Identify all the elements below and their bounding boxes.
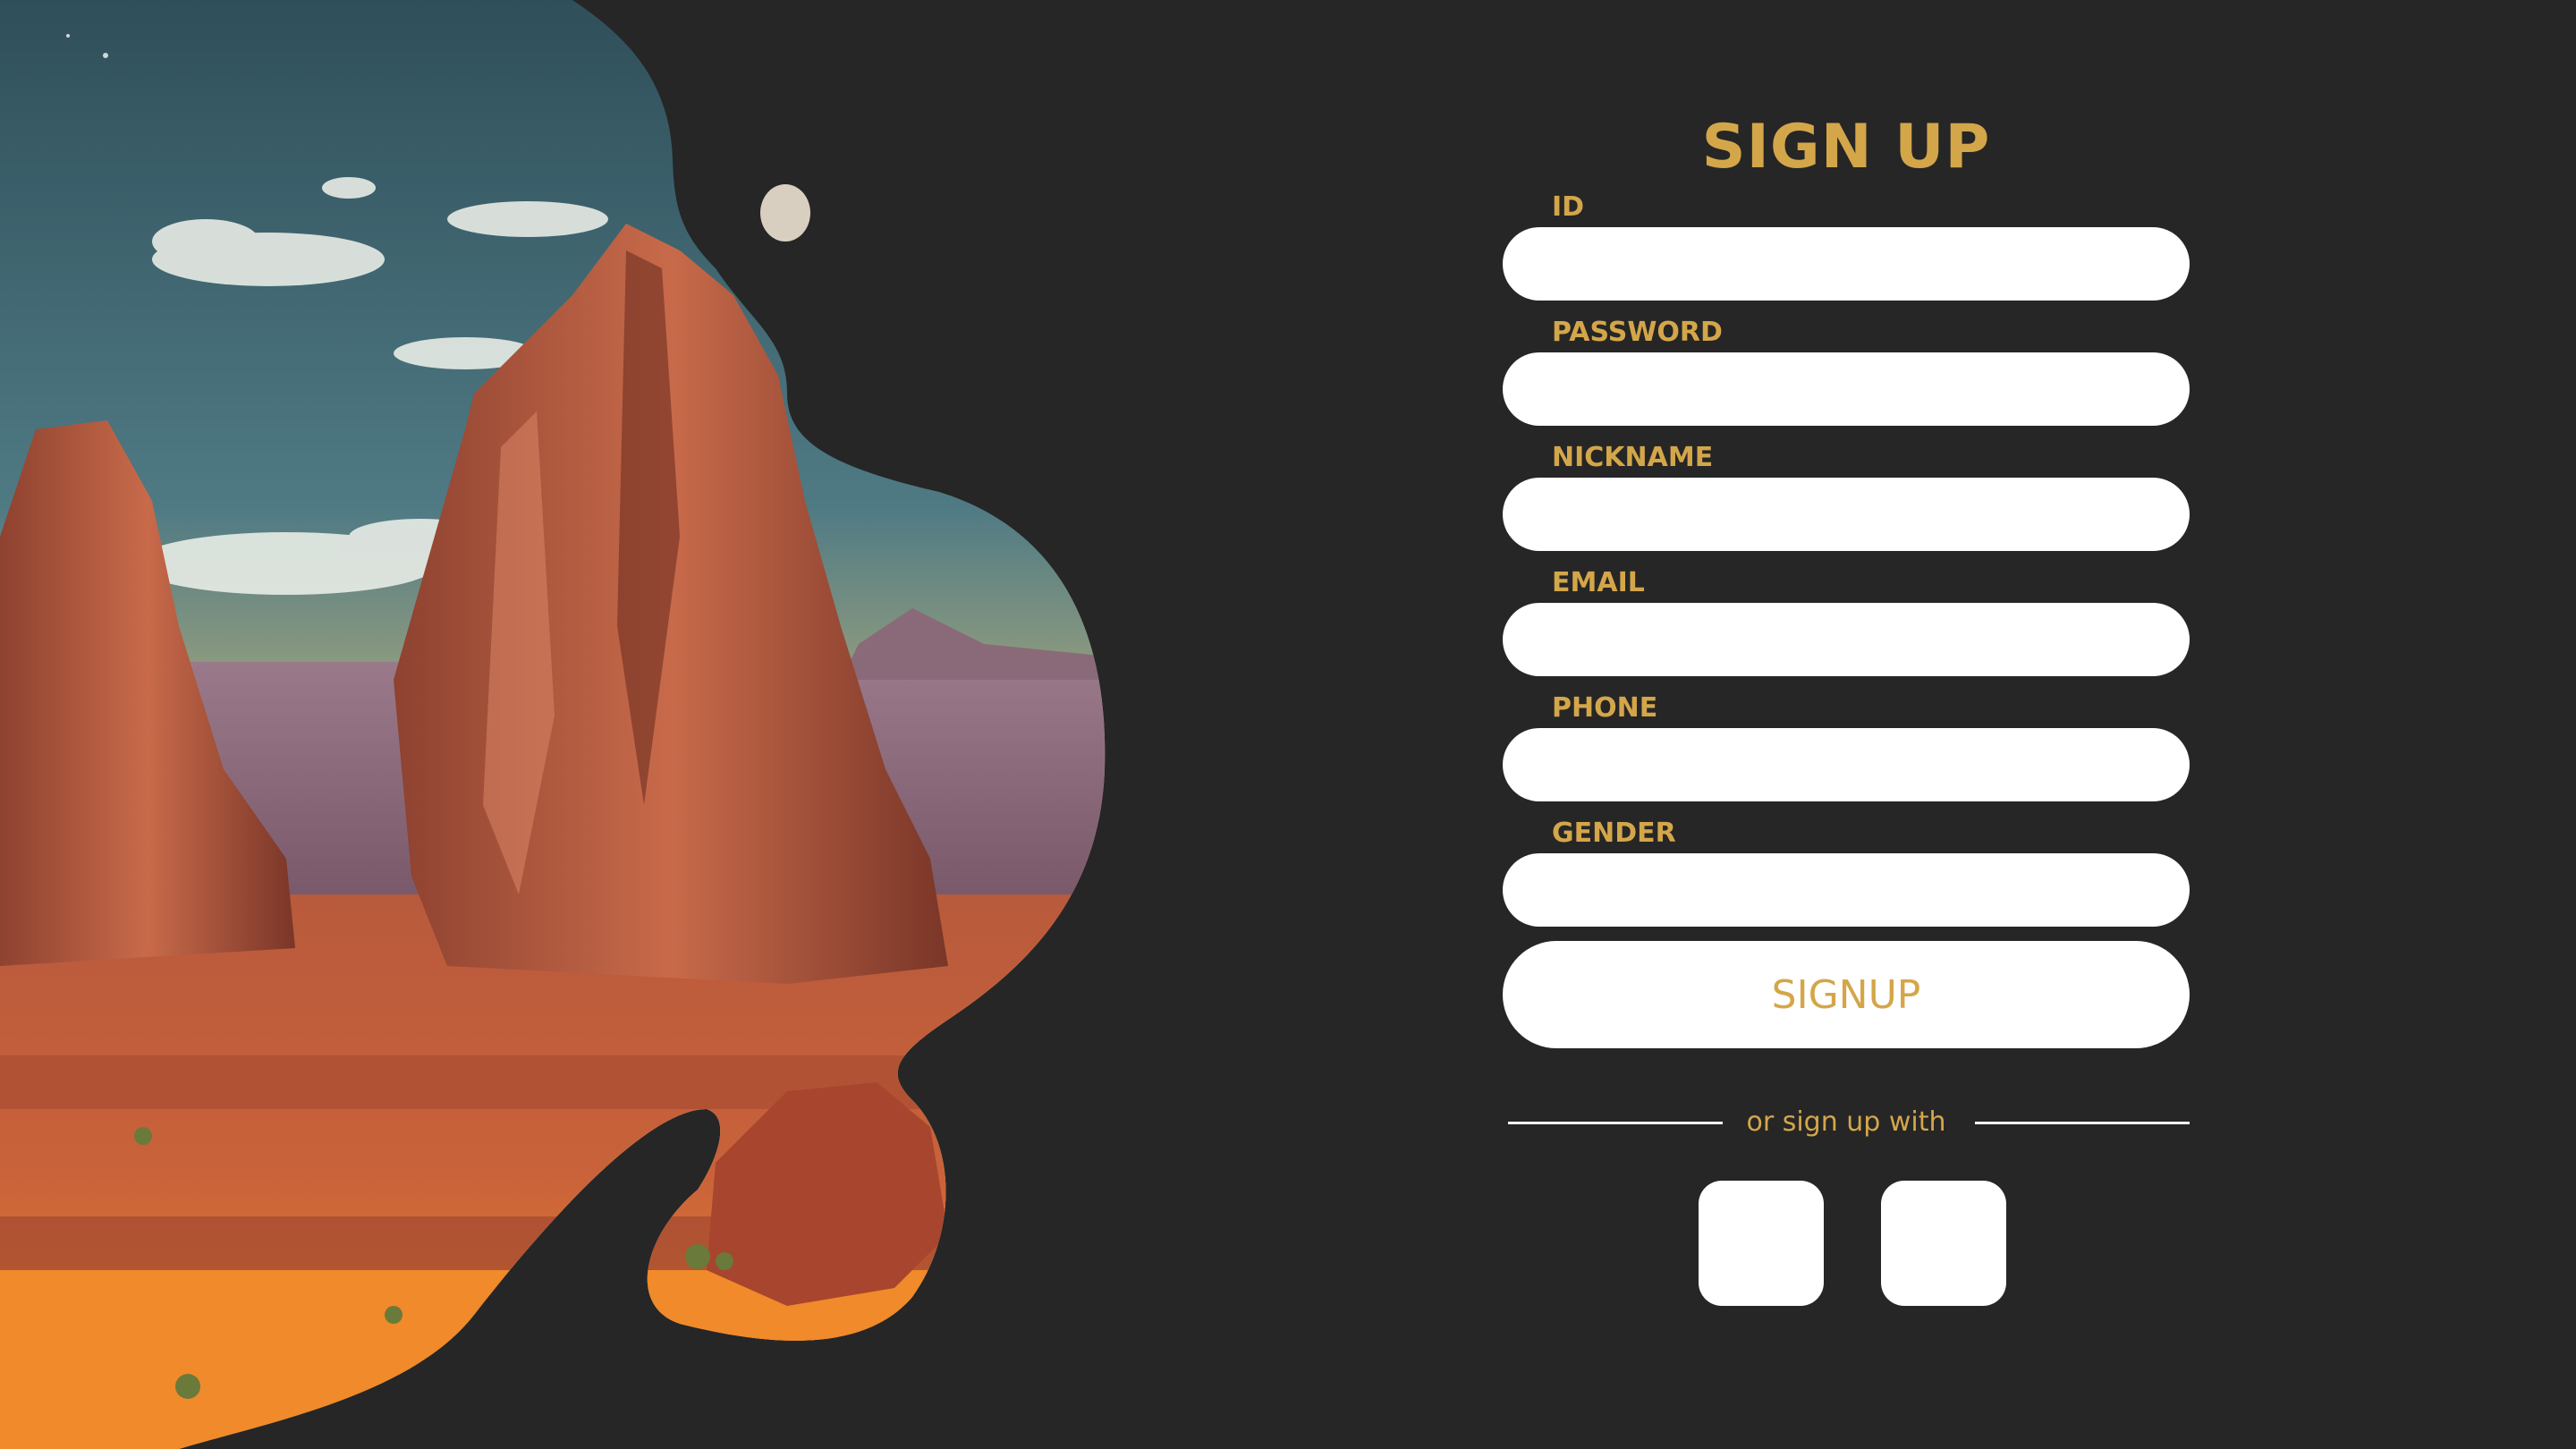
signup-button[interactable]: SIGNUP <box>1503 941 2190 1048</box>
phone-field: PHONE <box>1503 689 2190 801</box>
password-label: PASSWORD <box>1552 317 1723 348</box>
phone-input[interactable] <box>1503 728 2190 801</box>
id-field: ID <box>1503 188 2190 301</box>
social-divider: or sign up with <box>1503 1100 2190 1145</box>
signup-form: SIGN UP ID PASSWORD NICKNAME EMAIL PHONE… <box>1503 107 2190 1306</box>
email-field: EMAIL <box>1503 564 2190 676</box>
phone-label: PHONE <box>1552 692 1658 724</box>
page-title: SIGN UP <box>1701 112 1991 182</box>
id-input[interactable] <box>1503 227 2190 301</box>
id-label: ID <box>1552 191 1585 223</box>
nickname-label: NICKNAME <box>1552 442 1714 473</box>
divider-line-right <box>1975 1122 2190 1124</box>
nickname-input[interactable] <box>1503 478 2190 551</box>
password-input[interactable] <box>1503 352 2190 426</box>
nickname-field: NICKNAME <box>1503 438 2190 551</box>
signup-page: SIGN UP ID PASSWORD NICKNAME EMAIL PHONE… <box>0 0 2576 1449</box>
email-input[interactable] <box>1503 603 2190 676</box>
email-label: EMAIL <box>1552 567 1645 598</box>
desert-illustration <box>0 0 1163 1449</box>
social-login-button-1[interactable] <box>1699 1181 1824 1306</box>
password-field: PASSWORD <box>1503 313 2190 426</box>
social-login-row <box>1503 1181 2190 1306</box>
social-login-button-2[interactable] <box>1881 1181 2006 1306</box>
gender-label: GENDER <box>1552 818 1676 849</box>
gender-input[interactable] <box>1503 853 2190 927</box>
gender-field: GENDER <box>1503 814 2190 927</box>
